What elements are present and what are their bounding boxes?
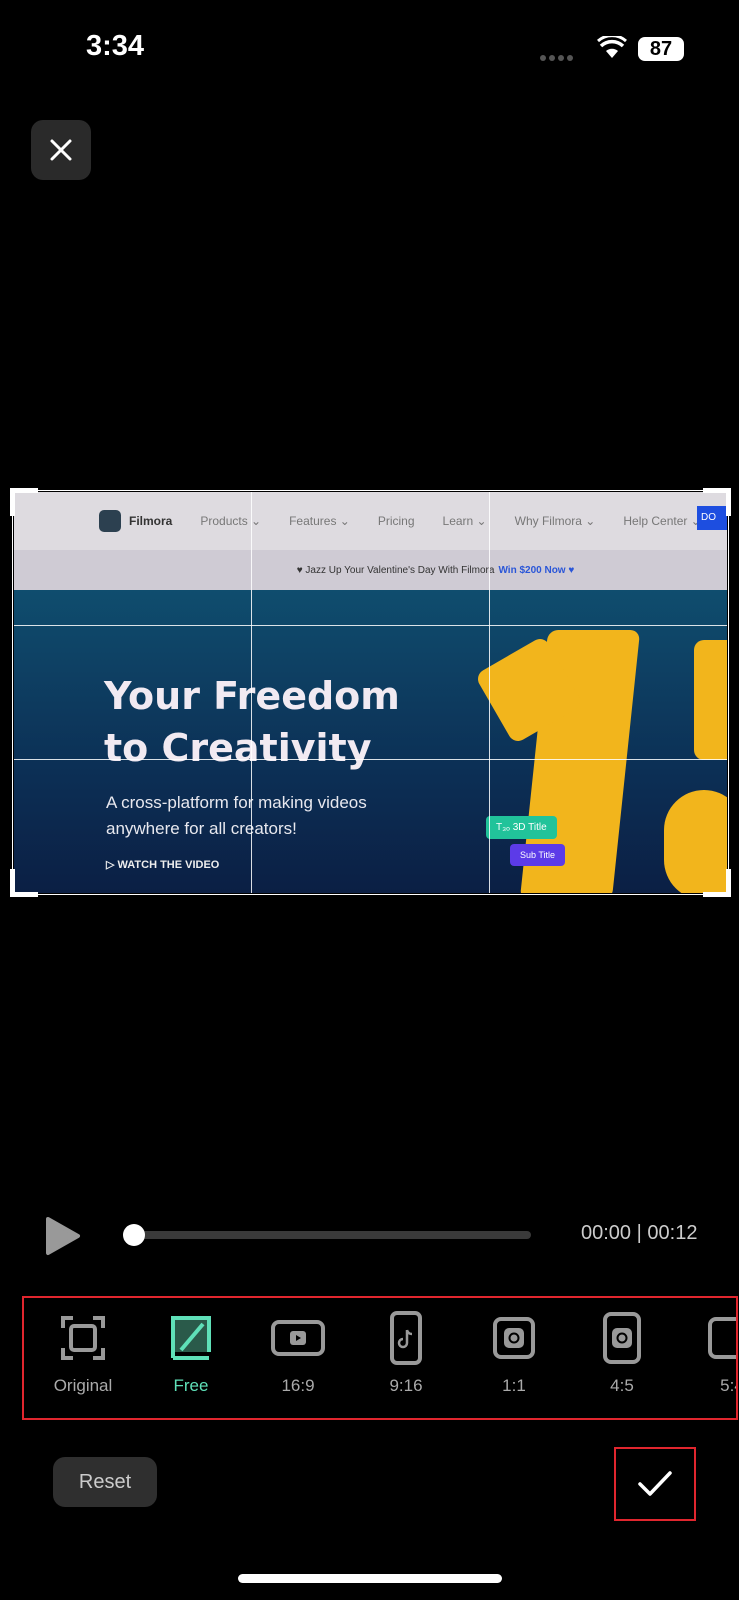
timeline-thumb[interactable] — [123, 1224, 145, 1246]
original-frame-icon — [61, 1316, 105, 1360]
checkmark-icon — [638, 1471, 672, 1496]
instagram-icon — [493, 1317, 535, 1359]
total-time: 00:12 — [647, 1222, 698, 1244]
reset-button[interactable]: Reset — [53, 1457, 157, 1507]
aspect-1-1[interactable]: 1:1 — [469, 1310, 559, 1396]
play-button[interactable] — [45, 1216, 81, 1256]
aspect-original[interactable]: Original — [38, 1310, 128, 1396]
youtube-icon — [271, 1320, 325, 1356]
confirm-button[interactable] — [614, 1447, 696, 1521]
crop-frame[interactable] — [12, 490, 729, 895]
aspect-5-4[interactable]: 5:4 — [687, 1310, 736, 1396]
close-button[interactable] — [31, 120, 91, 180]
wifi-icon — [597, 36, 627, 58]
timecode: 00:00 | 00:12 — [581, 1222, 697, 1245]
aspect-4-5[interactable]: 4:5 — [577, 1310, 667, 1396]
aspect-label: Free — [173, 1376, 209, 1395]
crop-handle-top-right[interactable] — [703, 488, 731, 516]
tiktok-icon — [390, 1311, 422, 1365]
free-crop-icon — [171, 1316, 211, 1360]
current-time: 00:00 — [581, 1222, 632, 1244]
aspect-label: 9:16 — [389, 1376, 423, 1395]
signal-icon — [540, 55, 573, 61]
time-separator: | — [636, 1222, 642, 1244]
crop-handle-bottom-right[interactable] — [703, 869, 731, 897]
aspect-16-9[interactable]: 16:9 — [253, 1310, 343, 1396]
instagram-portrait-icon — [603, 1312, 641, 1364]
close-icon — [50, 139, 72, 161]
status-time: 3:34 — [86, 30, 145, 62]
aspect-label: Original — [53, 1376, 113, 1395]
home-indicator[interactable] — [238, 1574, 502, 1583]
partial-icon — [708, 1317, 736, 1359]
aspect-ratio-bar: Original Free 16:9 9:16 1:1 4:5 5:4 — [22, 1296, 738, 1420]
battery-indicator: 87 — [638, 37, 684, 61]
aspect-label: 5:4 — [720, 1376, 736, 1395]
aspect-9-16[interactable]: 9:16 — [361, 1310, 451, 1396]
timeline-slider[interactable] — [133, 1231, 531, 1239]
crop-handle-bottom-left[interactable] — [10, 869, 38, 897]
crop-handle-top-left[interactable] — [10, 488, 38, 516]
aspect-label: 16:9 — [281, 1376, 315, 1395]
aspect-free[interactable]: Free — [146, 1310, 236, 1396]
aspect-label: 1:1 — [502, 1376, 526, 1395]
aspect-label: 4:5 — [610, 1376, 634, 1395]
